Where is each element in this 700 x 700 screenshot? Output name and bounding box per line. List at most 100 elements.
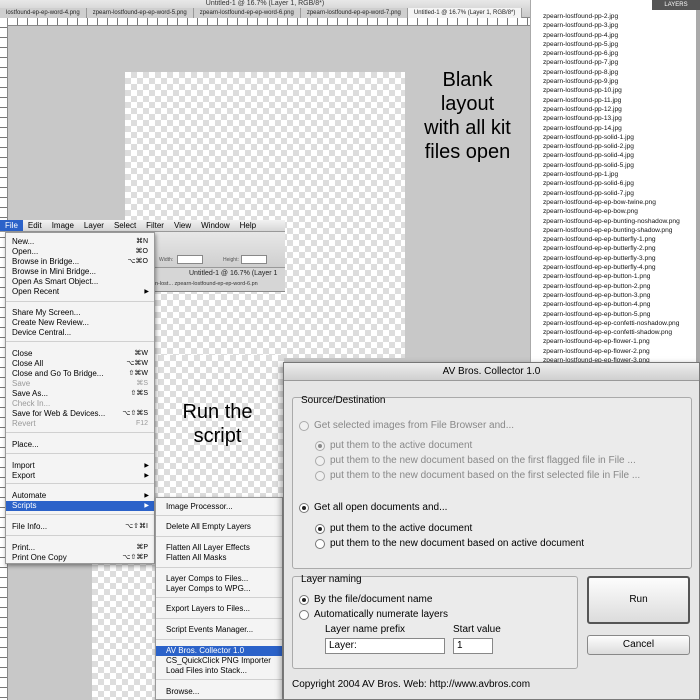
scripts-menu-item[interactable]: Load Files into Stack...: [156, 666, 282, 676]
file-menu-item[interactable]: Import ▶: [6, 461, 154, 471]
scripts-menu-item[interactable]: AV Bros. Collector 1.0: [156, 646, 282, 656]
document-tab[interactable]: Untitled-1 @ 16.7% (Layer 1, RGB/8*): [407, 8, 523, 18]
fb-sub-2[interactable]: put them to the new document based on th…: [315, 455, 636, 466]
document-tab[interactable]: zpearn-lostfound-ep-ep-word-5.png: [86, 8, 194, 18]
open-file-item[interactable]: zpearn-lostfound-pp-solid-6.jpg: [543, 179, 680, 188]
opt-open-documents[interactable]: Get all open documents and...: [299, 502, 447, 513]
scripts-menu-item[interactable]: Flatten All Masks: [156, 553, 282, 563]
open-file-item[interactable]: zpearn-lostfound-ep-ep-bunting-noshadow.…: [543, 217, 680, 226]
file-menu-item[interactable]: Save As... ⇧⌘S: [6, 389, 154, 399]
scripts-menu-item[interactable]: Image Processor...: [156, 502, 282, 512]
open-file-item[interactable]: zpearn-lostfound-ep-ep-butterfly-2.png: [543, 244, 680, 253]
file-menu-item[interactable]: Open... ⌘O: [6, 247, 154, 257]
scripts-menu-item[interactable]: Export Layers to Files...: [156, 604, 282, 614]
cancel-button[interactable]: Cancel: [587, 635, 690, 655]
od-sub-2[interactable]: put them to the new document based on ac…: [315, 538, 584, 549]
file-menu-item[interactable]: Automate ▶: [6, 491, 154, 501]
menu-file[interactable]: File: [0, 220, 23, 231]
document-tab[interactable]: lostfound-ep-ep-word-4.png: [0, 8, 87, 18]
file-menu-item[interactable]: Browse in Bridge... ⌥⌘O: [6, 257, 154, 267]
file-menu-item[interactable]: Device Central...: [6, 328, 154, 338]
open-file-item[interactable]: zpearn-lostfound-pp-13.jpg: [543, 114, 680, 123]
document-tab[interactable]: zpearn-lostfound-ep-ep-word-6.png: [193, 8, 301, 18]
open-file-item[interactable]: zpearn-lostfound-pp-solid-2.jpg: [543, 142, 680, 151]
file-menu-item[interactable]: Create New Review...: [6, 318, 154, 328]
menu-layer[interactable]: Layer: [79, 220, 109, 231]
open-file-item[interactable]: zpearn-lostfound-pp-2.jpg: [543, 12, 680, 21]
height-field[interactable]: [241, 255, 267, 264]
open-file-item[interactable]: zpearn-lostfound-pp-3.jpg: [543, 21, 680, 30]
menu-view[interactable]: View: [169, 220, 196, 231]
menu-help[interactable]: Help: [235, 220, 261, 231]
file-menu-item[interactable]: Save for Web & Devices... ⌥⇧⌘S: [6, 409, 154, 419]
open-file-item[interactable]: zpearn-lostfound-pp-5.jpg: [543, 40, 680, 49]
open-file-item[interactable]: zpearn-lostfound-pp-9.jpg: [543, 77, 680, 86]
open-file-item[interactable]: zpearn-lostfound-pp-solid-5.jpg: [543, 161, 680, 170]
scripts-menu-item[interactable]: Script Events Manager...: [156, 625, 282, 635]
second-window-tabs[interactable]: n-lost... zpearn-lostfound-ep-ep-word-6.…: [155, 281, 258, 287]
open-file-item[interactable]: zpearn-lostfound-ep-ep-bunting-shadow.pn…: [543, 226, 680, 235]
menu-image[interactable]: Image: [47, 220, 79, 231]
open-file-item[interactable]: zpearn-lostfound-pp-14.jpg: [543, 124, 680, 133]
file-menu-item[interactable]: Share My Screen...: [6, 308, 154, 318]
open-file-item[interactable]: zpearn-lostfound-ep-ep-button-2.png: [543, 282, 680, 291]
open-file-item[interactable]: zpearn-lostfound-pp-4.jpg: [543, 31, 680, 40]
open-file-item[interactable]: zpearn-lostfound-pp-1.jpg: [543, 170, 680, 179]
open-file-item[interactable]: zpearn-lostfound-pp-8.jpg: [543, 68, 680, 77]
file-menu-item[interactable]: Close All ⌥⌘W: [6, 359, 154, 369]
naming-by-filename[interactable]: By the file/document name: [299, 594, 432, 605]
file-menu-item[interactable]: Open Recent ▶: [6, 287, 154, 297]
fb-sub-3[interactable]: put them to the new document based on th…: [315, 470, 640, 481]
file-menu-item[interactable]: Open As Smart Object...: [6, 277, 154, 287]
open-file-item[interactable]: zpearn-lostfound-pp-12.jpg: [543, 105, 680, 114]
menu-filter[interactable]: Filter: [141, 220, 169, 231]
file-menu-item[interactable]: Export ▶: [6, 471, 154, 481]
scripts-menu-item[interactable]: Flatten All Layer Effects: [156, 543, 282, 553]
file-menu-item[interactable]: New... ⌘N: [6, 237, 154, 247]
scripts-menu-item[interactable]: Delete All Empty Layers: [156, 522, 282, 532]
menu-window[interactable]: Window: [196, 220, 234, 231]
start-value-input[interactable]: 1: [453, 638, 493, 654]
open-file-item[interactable]: zpearn-lostfound-ep-ep-button-3.png: [543, 291, 680, 300]
document-tab[interactable]: zpearn-lostfound-ep-ep-word-7.png: [300, 8, 408, 18]
open-file-item[interactable]: zpearn-lostfound-ep-ep-confetti-noshadow…: [543, 319, 680, 328]
scripts-menu-item[interactable]: Browse...: [156, 687, 282, 697]
width-field[interactable]: [177, 255, 203, 264]
file-menu-item[interactable]: Scripts ▶: [6, 501, 154, 511]
menu-select[interactable]: Select: [109, 220, 141, 231]
blank-canvas[interactable]: [125, 72, 405, 358]
layer-prefix-input[interactable]: Layer:: [325, 638, 445, 654]
open-file-item[interactable]: zpearn-lostfound-ep-ep-flower-2.png: [543, 347, 680, 356]
open-file-item[interactable]: zpearn-lostfound-pp-solid-4.jpg: [543, 151, 680, 160]
open-file-item[interactable]: zpearn-lostfound-pp-7.jpg: [543, 58, 680, 67]
open-file-item[interactable]: zpearn-lostfound-pp-6.jpg: [543, 49, 680, 58]
open-file-item[interactable]: zpearn-lostfound-pp-solid-7.jpg: [543, 189, 680, 198]
open-file-item[interactable]: zpearn-lostfound-pp-11.jpg: [543, 96, 680, 105]
run-button[interactable]: Run: [587, 576, 690, 624]
file-menu-item[interactable]: Place...: [6, 440, 154, 450]
scripts-menu-item[interactable]: Layer Comps to WPG...: [156, 584, 282, 594]
open-file-item[interactable]: zpearn-lostfound-pp-10.jpg: [543, 86, 680, 95]
scripts-menu-item[interactable]: Layer Comps to Files...: [156, 574, 282, 584]
file-menu-item[interactable]: File Info... ⌥⇧⌘I: [6, 522, 154, 532]
file-menu-item[interactable]: Print... ⌘P: [6, 543, 154, 553]
od-sub-1[interactable]: put them to the active document: [315, 523, 472, 534]
open-file-item[interactable]: zpearn-lostfound-ep-ep-confetti-shadow.p…: [543, 328, 680, 337]
layers-panel-tab[interactable]: LAYERS: [652, 0, 700, 10]
file-menu-item[interactable]: Browse in Mini Bridge...: [6, 267, 154, 277]
naming-numerate[interactable]: Automatically numerate layers: [299, 609, 448, 620]
open-file-item[interactable]: zpearn-lostfound-ep-ep-bow-twine.png: [543, 198, 680, 207]
open-file-item[interactable]: zpearn-lostfound-ep-ep-butterfly-3.png: [543, 254, 680, 263]
open-file-item[interactable]: zpearn-lostfound-ep-ep-flower-1.png: [543, 337, 680, 346]
open-file-item[interactable]: zpearn-lostfound-ep-ep-button-4.png: [543, 300, 680, 309]
file-menu-item[interactable]: Close and Go To Bridge... ⇧⌘W: [6, 369, 154, 379]
open-file-item[interactable]: zpearn-lostfound-ep-ep-bow.png: [543, 207, 680, 216]
scripts-menu-item[interactable]: CS_QuickClick PNG Importer: [156, 656, 282, 666]
menu-edit[interactable]: Edit: [23, 220, 47, 231]
file-menu-item[interactable]: Close ⌘W: [6, 349, 154, 359]
opt-file-browser[interactable]: Get selected images from File Browser an…: [299, 420, 514, 431]
open-file-item[interactable]: zpearn-lostfound-ep-ep-butterfly-4.png: [543, 263, 680, 272]
fb-sub-1[interactable]: put them to the active document: [315, 440, 472, 451]
open-file-item[interactable]: zpearn-lostfound-pp-solid-1.jpg: [543, 133, 680, 142]
open-file-item[interactable]: zpearn-lostfound-ep-ep-button-1.png: [543, 272, 680, 281]
